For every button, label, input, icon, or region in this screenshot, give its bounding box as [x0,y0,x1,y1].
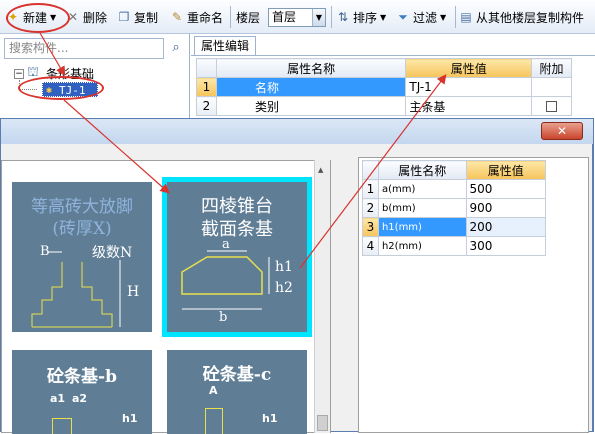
annotation-arrows [39,32,447,269]
